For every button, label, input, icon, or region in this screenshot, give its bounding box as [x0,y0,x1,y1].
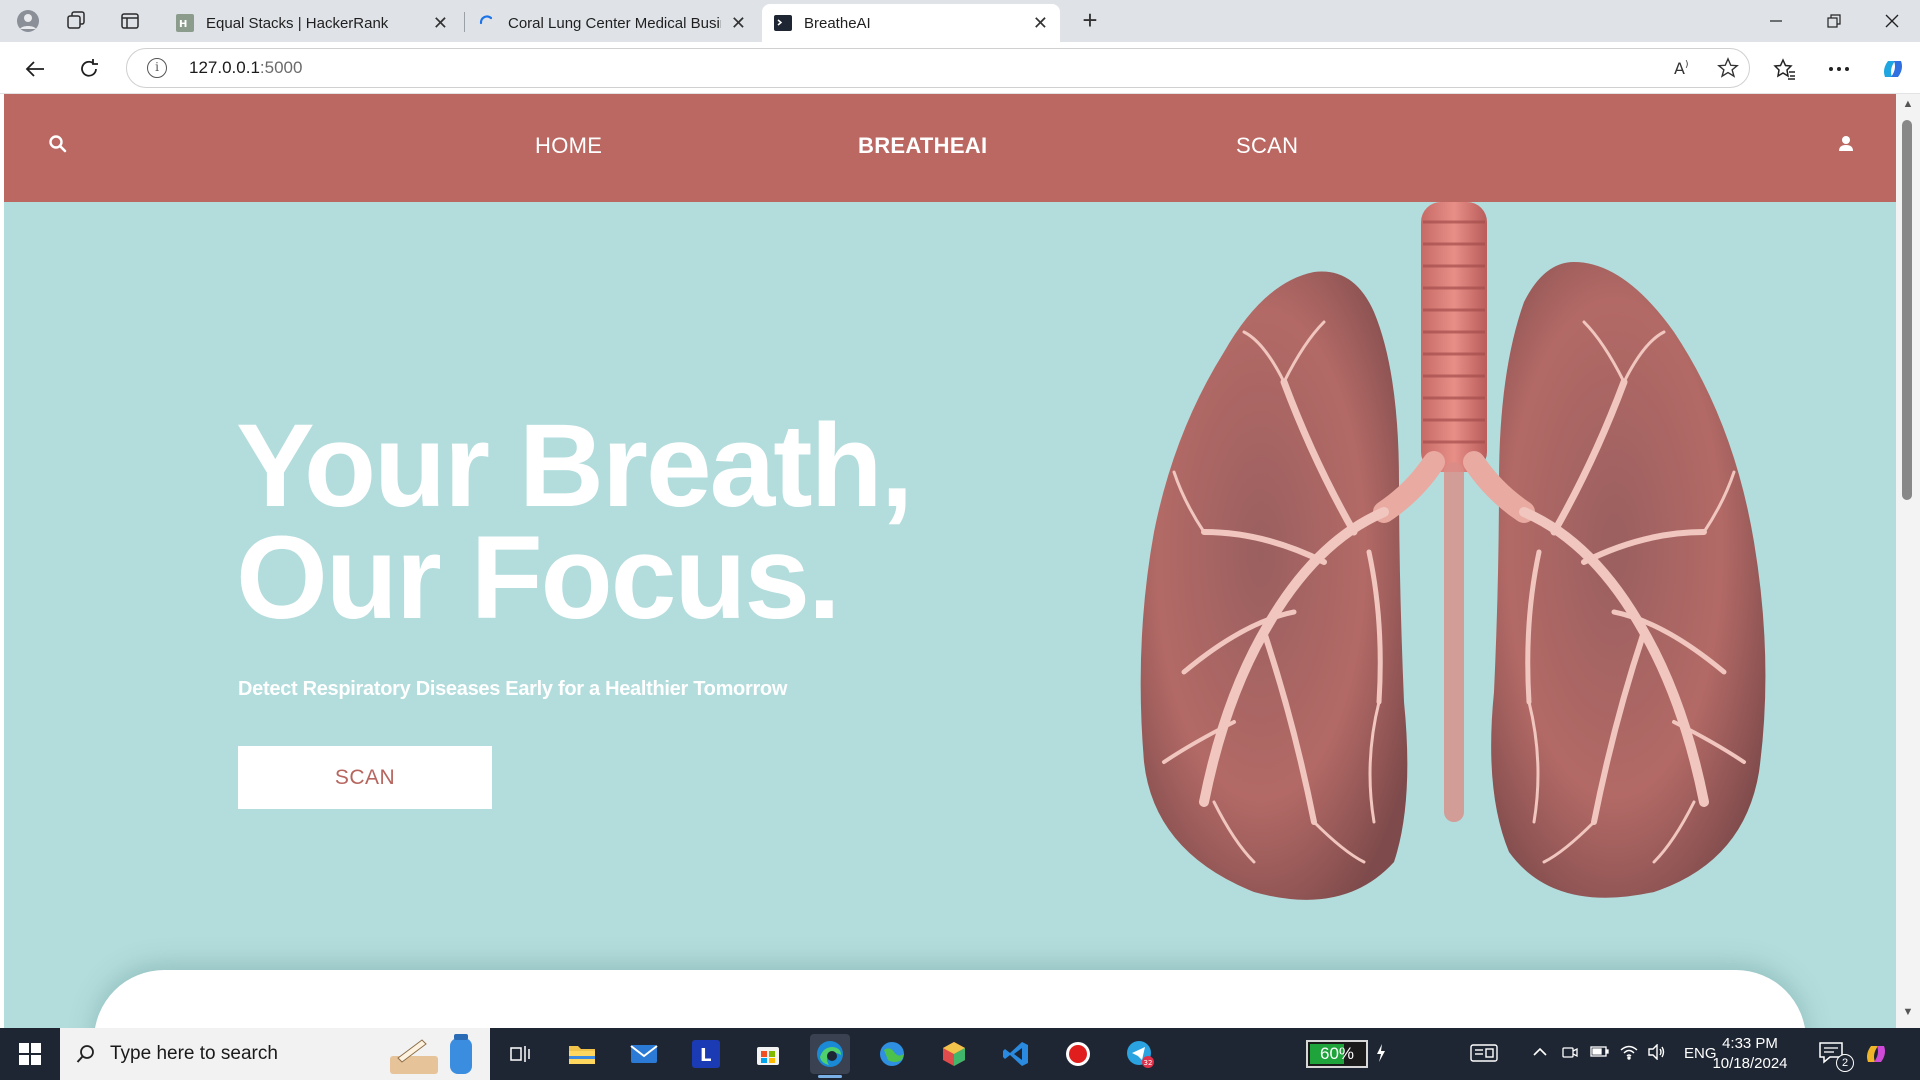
microsoft-store-icon[interactable] [748,1034,788,1074]
telegram-badge: 32 [1144,1059,1153,1067]
close-window-button[interactable] [1864,0,1920,42]
windows-taskbar: Type here to search L 32 60% ENG 4:33 PM… [0,1028,1920,1080]
recorder-icon[interactable] [1058,1034,1098,1074]
tab-title: Equal Stacks | HackerRank [206,14,389,32]
nav-brand-link[interactable]: BREATHEAI [858,133,987,159]
site-info-icon[interactable]: i [147,58,167,78]
browser-toolbar: i 127.0.0.1:5000 A) [0,42,1920,94]
favorite-star-icon[interactable] [1717,57,1739,85]
tab-breatheai[interactable]: BreatheAI ✕ [762,4,1060,42]
hero-title-line2: Our Focus. [236,512,841,644]
charging-icon [1376,1044,1386,1067]
scroll-down-arrow-icon[interactable]: ▼ [1900,1006,1916,1022]
new-tab-button[interactable]: + [1072,6,1108,36]
workspaces-icon[interactable] [56,6,96,36]
news-widget-icon[interactable] [1470,1044,1498,1067]
windows-logo-icon [19,1043,41,1065]
reload-button[interactable] [72,52,106,86]
nav-scan-link[interactable]: SCAN [1236,133,1298,159]
loading-spinner-icon [479,15,493,25]
show-hidden-icons-chevron-icon[interactable] [1532,1044,1548,1065]
telegram-icon[interactable]: 32 [1120,1034,1160,1074]
scrollbar-thumb[interactable] [1902,120,1912,500]
svg-text:A: A [1674,59,1685,78]
l-app-icon[interactable]: L [686,1034,726,1074]
url-text: 127.0.0.1:5000 [189,58,302,78]
clock-time: 4:33 PM [1722,1035,1778,1052]
notification-count-badge: 2 [1836,1054,1854,1072]
close-tab-icon[interactable]: ✕ [1033,13,1048,34]
tab-title: BreatheAI [804,14,871,32]
url-port: :5000 [259,58,303,77]
read-aloud-icon[interactable]: A) [1673,57,1695,85]
page-scrollbar[interactable]: ▲ ▼ [1896,94,1920,1028]
favorites-icon[interactable] [1770,54,1800,84]
clock-date: 10/18/2024 [1712,1055,1788,1072]
edge-browser-icon[interactable] [810,1034,850,1078]
back-button[interactable] [18,52,52,86]
svg-text:H: H [179,19,187,30]
battery-percent: 60% [1319,1044,1355,1063]
browser-tab-strip: H Equal Stacks | HackerRank ✕ Coral Lung… [0,0,1920,42]
search-highlight-illustration [390,1034,472,1074]
taskbar-search-placeholder: Type here to search [110,1043,278,1064]
tab-divider [464,12,465,32]
task-view-icon[interactable] [500,1034,540,1074]
close-tab-icon[interactable]: ✕ [433,13,448,34]
hackerrank-favicon-icon: H [176,14,194,32]
file-explorer-icon[interactable] [562,1034,602,1074]
copilot-icon[interactable] [1878,54,1908,84]
vscode-icon[interactable] [996,1034,1036,1074]
url-host: 127.0.0.1 [189,58,260,77]
camera-icon[interactable] [1562,1044,1578,1065]
start-button[interactable] [0,1028,60,1080]
hero-subtitle: Detect Respiratory Diseases Early for a … [238,678,788,700]
tab-hackerrank[interactable]: H Equal Stacks | HackerRank ✕ [164,4,460,42]
battery-tray-icon[interactable] [1590,1044,1610,1063]
tab-coral-lung[interactable]: Coral Lung Center Medical Busine ✕ [466,4,758,42]
hero-title-line1: Your Breath, [236,400,913,532]
battery-widget[interactable]: 60% [1306,1040,1368,1068]
lungs-illustration [1140,202,1766,900]
search-icon[interactable] [48,134,68,154]
hero-scan-button[interactable]: SCAN [238,746,492,809]
volume-icon[interactable] [1648,1043,1666,1065]
close-tab-icon[interactable]: ✕ [731,13,746,34]
mail-icon[interactable] [624,1034,664,1074]
scroll-up-arrow-icon[interactable]: ▲ [1900,98,1916,114]
tab-actions-icon[interactable] [110,6,150,36]
globe-app-icon[interactable] [872,1034,912,1074]
profile-icon[interactable] [8,6,48,36]
active-app-indicator [818,1075,842,1078]
page-viewport: HOME BREATHEAI SCAN Your Breath, Our Foc… [4,94,1896,1028]
address-bar[interactable]: i 127.0.0.1:5000 A) [126,48,1750,88]
terminal-favicon-icon [774,15,792,31]
taskbar-search[interactable]: Type here to search [60,1028,490,1080]
hero-title: Your Breath, Our Focus. [236,400,913,644]
content-card [94,970,1806,1028]
restore-button[interactable] [1806,0,1862,42]
copilot-taskbar-icon[interactable] [1862,1040,1890,1073]
tab-title: Coral Lung Center Medical Busine [508,14,721,32]
system-clock[interactable]: 4:33 PM 10/18/2024 [1710,1034,1790,1074]
nav-home-link[interactable]: HOME [535,133,602,159]
minimize-button[interactable] [1748,0,1804,42]
user-icon[interactable] [1836,134,1856,154]
wifi-icon[interactable] [1620,1044,1638,1065]
cube-app-icon[interactable] [934,1034,974,1074]
site-navbar: HOME BREATHEAI SCAN [4,94,1896,202]
svg-text:L: L [700,1045,711,1066]
svg-text:): ) [1685,60,1689,70]
more-options-icon[interactable] [1824,54,1854,84]
search-icon [76,1045,94,1063]
